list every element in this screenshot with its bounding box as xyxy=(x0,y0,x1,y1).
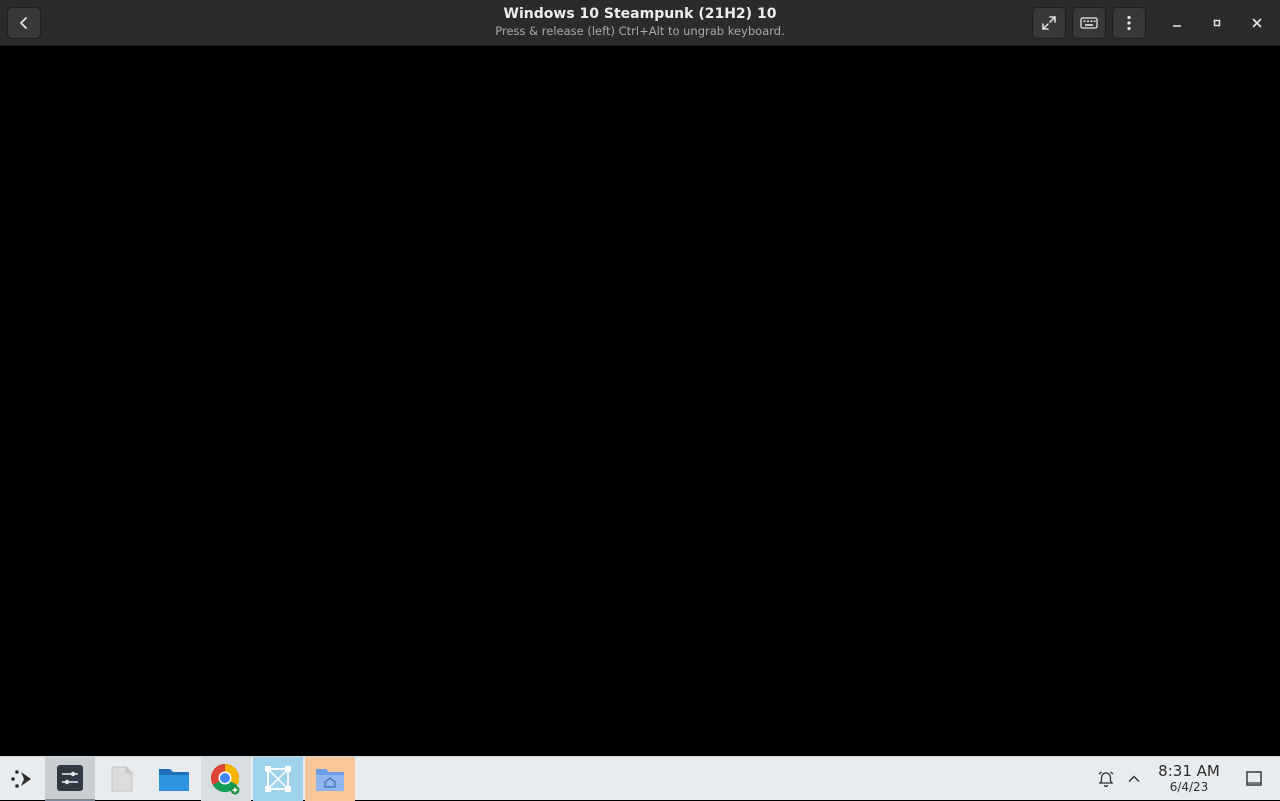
launcher-icon xyxy=(11,770,31,788)
alarm-tray-button[interactable] xyxy=(1096,769,1116,789)
alarm-icon xyxy=(1098,771,1114,788)
vm-display[interactable] xyxy=(0,46,1280,756)
taskbar-file-manager[interactable] xyxy=(149,757,199,801)
taskbar-home-folder[interactable] xyxy=(305,757,355,801)
minimize-icon xyxy=(1173,25,1181,27)
keyboard-icon xyxy=(1080,17,1098,29)
chevron-left-icon xyxy=(20,17,27,29)
boxes-icon xyxy=(265,766,291,792)
close-button[interactable] xyxy=(1245,11,1269,35)
minimize-button[interactable] xyxy=(1165,11,1189,35)
window-title: Windows 10 Steampunk (21H2) 10 xyxy=(503,6,777,22)
menu-button[interactable] xyxy=(1112,7,1146,39)
header-bar: Windows 10 Steampunk (21H2) 10 Press & r… xyxy=(0,0,1280,46)
keyboard-button[interactable] xyxy=(1072,7,1106,39)
show-desktop-icon xyxy=(1246,771,1262,786)
clock[interactable]: 8:31 AM 6/4/23 xyxy=(1150,762,1228,795)
folder-icon xyxy=(159,769,189,791)
title-block: Windows 10 Steampunk (21H2) 10 Press & r… xyxy=(340,5,940,39)
chrome-icon xyxy=(211,764,240,795)
blank-file-icon xyxy=(111,766,133,792)
fullscreen-button[interactable] xyxy=(1032,7,1066,39)
back-button[interactable] xyxy=(7,7,41,39)
sliders-icon xyxy=(57,765,83,791)
taskbar-boxes[interactable] xyxy=(253,757,303,801)
close-icon xyxy=(1252,18,1262,28)
show-desktop-button[interactable] xyxy=(1244,769,1264,789)
taskbar-settings[interactable] xyxy=(45,757,95,801)
tray-expand-button[interactable] xyxy=(1124,769,1144,789)
taskbar-chrome[interactable] xyxy=(201,757,251,801)
home-folder-icon xyxy=(316,769,344,791)
clock-time: 8:31 AM xyxy=(1158,762,1220,780)
maximize-button[interactable] xyxy=(1205,11,1229,35)
vertical-dots-icon xyxy=(1127,15,1131,31)
chevron-up-icon xyxy=(1128,775,1140,782)
window-subtitle: Press & release (left) Ctrl+Alt to ungra… xyxy=(495,24,785,38)
taskbar-text-editor[interactable] xyxy=(97,757,147,801)
taskbar: 8:31 AM 6/4/23 xyxy=(0,756,1280,801)
app-launcher-button[interactable] xyxy=(0,757,44,801)
maximize-icon xyxy=(1213,19,1221,27)
clock-date: 6/4/23 xyxy=(1169,780,1209,794)
fullscreen-icon xyxy=(1042,16,1056,30)
